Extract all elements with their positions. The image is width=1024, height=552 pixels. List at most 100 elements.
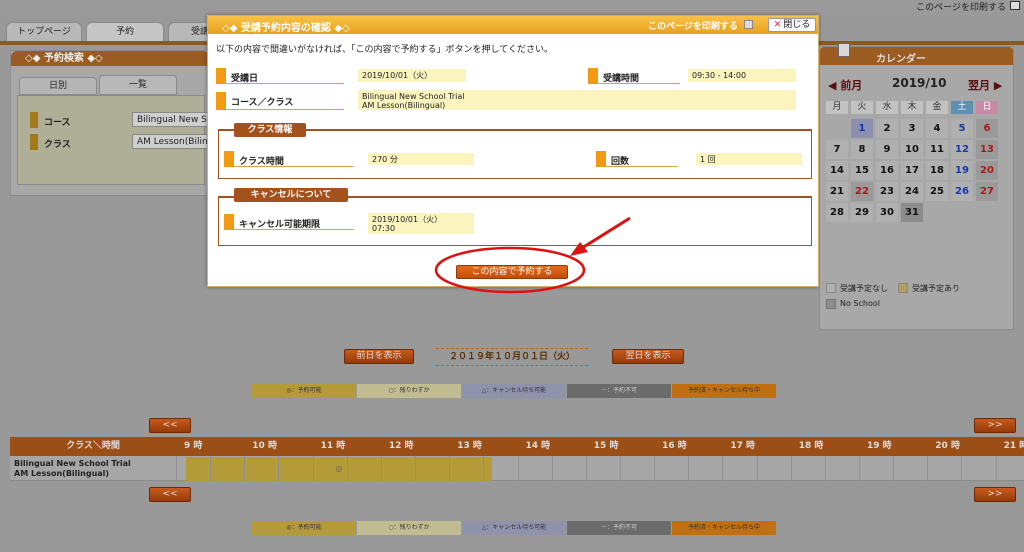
class-time-label: クラス時間 (224, 151, 354, 167)
calendar-title: カレンダー (876, 54, 926, 65)
search-panel-title: ◇◆ 予約検索 ◆◇ (11, 51, 209, 66)
search-form: コース Bilingual New Sc クラス AM Lesson(Bilin (17, 95, 212, 185)
calendar-day[interactable]: 3 (901, 119, 923, 138)
calendar-day[interactable]: 5 (951, 119, 973, 138)
grid-corner: クラス＼時間 (10, 437, 176, 456)
grid-next-button-bottom[interactable]: >> (974, 487, 1016, 502)
calendar-day[interactable]: 27 (976, 182, 998, 201)
next-month-link[interactable]: 翌月 ▶ (968, 77, 1002, 93)
calendar-day[interactable]: 25 (926, 182, 948, 201)
grid-divider (722, 456, 724, 481)
calendar-day[interactable]: 31 (901, 203, 923, 222)
course-class-label: コース／クラス (216, 92, 344, 110)
class-label: クラス (44, 140, 71, 150)
legend-available: ◎：予約可能 (252, 521, 356, 535)
calendar-day[interactable]: 30 (876, 203, 898, 222)
class-info-title: クラス情報 (234, 123, 306, 137)
close-button[interactable]: ✕ 閉じる (768, 18, 816, 32)
subtab-list[interactable]: 一覧 (99, 75, 177, 95)
grid-divider (927, 456, 929, 481)
cancel-deadline-label-text: キャンセル可能期限 (239, 220, 321, 230)
calendar-day[interactable]: 16 (876, 161, 898, 180)
calendar-day[interactable]: 7 (826, 140, 848, 159)
calendar-day[interactable]: 24 (901, 182, 923, 201)
hour-header: 9 時 (176, 437, 245, 456)
calendar-day[interactable]: 15 (851, 161, 873, 180)
calendar-day[interactable]: 10 (901, 140, 923, 159)
count-label-text: 回数 (611, 157, 630, 167)
grid-divider (312, 456, 314, 481)
calendar-day[interactable]: 26 (951, 182, 973, 201)
legend-few-left: ○：残りわずか (357, 384, 461, 398)
legend-waitlist: △：キャンセル待ち可能 (462, 384, 566, 398)
calendar-day[interactable]: 1 (851, 119, 873, 138)
calendar-day[interactable]: 22 (851, 182, 873, 201)
grid-next-button[interactable]: >> (974, 418, 1016, 433)
calendar-month: 2019/10 (892, 76, 947, 90)
hour-header: 12 時 (380, 437, 450, 456)
legend-has-label: 受講予定あり (912, 284, 960, 293)
cancel-title: キャンセルについて (234, 188, 348, 202)
calendar-day[interactable]: 18 (926, 161, 948, 180)
calendar-day[interactable]: 20 (976, 161, 998, 180)
calendar-day[interactable]: 2 (876, 119, 898, 138)
calendar-day[interactable]: 19 (951, 161, 973, 180)
legend-unavailable: －：予約不可 (567, 521, 671, 535)
grid-divider (210, 456, 212, 481)
print-page-link[interactable]: このページを印刷する (916, 0, 1006, 13)
tab-lessons[interactable]: 受講 (168, 22, 212, 42)
calendar-day[interactable]: 9 (876, 140, 898, 159)
class-row-label: Bilingual New School Trial AM Lesson(Bil… (14, 459, 131, 479)
label-marker (216, 68, 226, 84)
calendar-day[interactable]: 13 (976, 140, 998, 159)
grid-divider (176, 456, 177, 481)
grid-prev-button-bottom[interactable]: << (149, 487, 191, 502)
calendar-panel: カレンダー ◀ 前月 2019/10 翌月 ▶ 月火水木金土日123456789… (819, 43, 1014, 330)
tab-top-page[interactable]: トップページ (6, 22, 82, 42)
calendar-day[interactable]: 12 (951, 140, 973, 159)
calendar-day[interactable]: 21 (826, 182, 848, 201)
grid-divider (859, 456, 860, 481)
legend-available: ◎：予約可能 (252, 384, 356, 398)
legend-none-label: 受講予定なし (840, 284, 888, 293)
hour-header: 14 時 (517, 437, 586, 456)
calendar-day[interactable]: 6 (976, 119, 998, 138)
calendar-day[interactable]: 11 (926, 140, 948, 159)
time-label: 受講時間 (588, 68, 680, 84)
calendar-day[interactable]: 23 (876, 182, 898, 201)
next-day-button[interactable]: 翌日を表示 (612, 349, 684, 364)
calendar-day[interactable]: 29 (851, 203, 873, 222)
grid-divider (585, 456, 587, 481)
grid-divider (893, 456, 895, 481)
printer-icon[interactable] (744, 20, 753, 29)
printer-icon[interactable] (1010, 1, 1020, 10)
weekday-header: 月 (826, 101, 848, 114)
class-name: AM Lesson(Bilingual) (362, 101, 446, 110)
grid-prev-button[interactable]: << (149, 418, 191, 433)
subtab-daily[interactable]: 日別 (19, 77, 97, 95)
calendar-day[interactable]: 17 (901, 161, 923, 180)
grid-divider (415, 456, 417, 481)
available-slot[interactable]: ◎ (186, 457, 492, 481)
count-value: 1 回 (696, 153, 802, 165)
course-select[interactable]: Bilingual New Sc (132, 112, 212, 127)
calendar-day[interactable]: 28 (826, 203, 848, 222)
hour-header: 16 時 (654, 437, 723, 456)
cancel-deadline-label: キャンセル可能期限 (224, 214, 354, 230)
prev-day-button[interactable]: 前日を表示 (344, 349, 414, 364)
calendar-day[interactable]: 8 (851, 140, 873, 159)
hour-header: 20 時 (927, 437, 996, 456)
legend-reserved: 予約済・キャンセル待ち中 (672, 384, 776, 398)
dialog-print-link[interactable]: このページを印刷する (648, 19, 738, 32)
hour-header: 18 時 (790, 437, 859, 456)
prev-month-link[interactable]: ◀ 前月 (828, 77, 862, 93)
calendar-day[interactable]: 4 (926, 119, 948, 138)
class-marker (30, 134, 38, 150)
grid-divider (619, 456, 621, 481)
grid-divider (995, 456, 997, 481)
hour-header: 19 時 (859, 437, 928, 456)
class-select[interactable]: AM Lesson(Bilin (132, 134, 212, 149)
legend-reserved: 予約済・キャンセル待ち中 (672, 521, 776, 535)
calendar-day[interactable]: 14 (826, 161, 848, 180)
tab-reservation[interactable]: 予約 (86, 22, 164, 42)
